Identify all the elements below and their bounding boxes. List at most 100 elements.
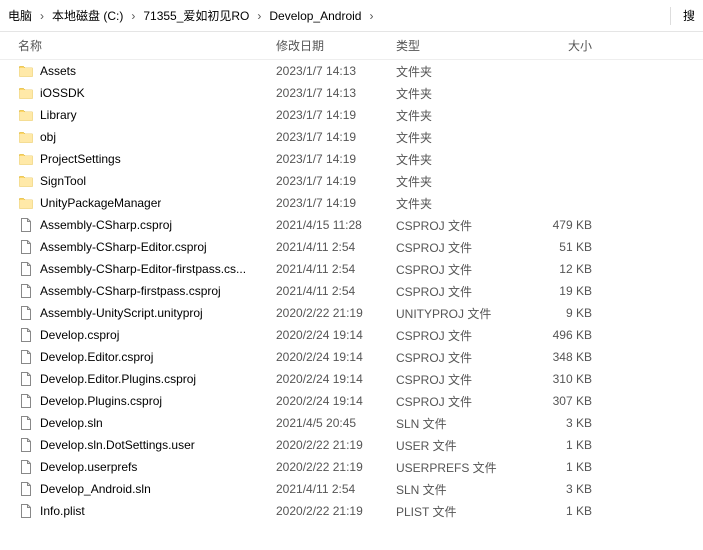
file-row[interactable]: Develop_Android.sln2021/4/11 2:54SLN 文件3… [0, 478, 703, 500]
file-icon [18, 349, 34, 365]
file-name-cell[interactable]: Library [0, 107, 276, 123]
search-input[interactable]: 搜 [681, 5, 697, 26]
file-size: 1 KB [516, 504, 606, 518]
file-name-cell[interactable]: UnityPackageManager [0, 195, 276, 211]
column-headers: 名称 修改日期 类型 大小 [0, 32, 703, 60]
chevron-right-icon[interactable]: › [255, 9, 263, 23]
file-name-cell[interactable]: Assembly-CSharp-Editor-firstpass.cs... [0, 261, 276, 277]
file-type: CSPROJ 文件 [396, 239, 516, 256]
file-name-cell[interactable]: Develop_Android.sln [0, 481, 276, 497]
file-row[interactable]: obj2023/1/7 14:19文件夹 [0, 126, 703, 148]
file-name-cell[interactable]: Assembly-CSharp.csproj [0, 217, 276, 233]
file-date: 2020/2/22 21:19 [276, 504, 396, 518]
file-name-label: Info.plist [40, 504, 85, 518]
file-name-cell[interactable]: Develop.sln.DotSettings.user [0, 437, 276, 453]
file-date: 2021/4/11 2:54 [276, 482, 396, 496]
file-name-cell[interactable]: Develop.Editor.Plugins.csproj [0, 371, 276, 387]
file-size: 307 KB [516, 394, 606, 408]
file-row[interactable]: Develop.sln2021/4/5 20:45SLN 文件3 KB [0, 412, 703, 434]
folder-icon [18, 173, 34, 189]
file-type: 文件夹 [396, 129, 516, 146]
file-row[interactable]: Develop.sln.DotSettings.user2020/2/22 21… [0, 434, 703, 456]
file-size: 479 KB [516, 218, 606, 232]
file-row[interactable]: Assembly-CSharp-Editor.csproj2021/4/11 2… [0, 236, 703, 258]
breadcrumb-seg-folder[interactable]: Develop_Android [267, 7, 363, 25]
file-name-label: Develop.sln [40, 416, 103, 430]
file-type: CSPROJ 文件 [396, 349, 516, 366]
file-row[interactable]: Develop.Editor.Plugins.csproj2020/2/24 1… [0, 368, 703, 390]
file-row[interactable]: ProjectSettings2023/1/7 14:19文件夹 [0, 148, 703, 170]
file-icon [18, 481, 34, 497]
file-row[interactable]: SignTool2023/1/7 14:19文件夹 [0, 170, 703, 192]
folder-icon [18, 151, 34, 167]
file-row[interactable]: Info.plist2020/2/22 21:19PLIST 文件1 KB [0, 500, 703, 522]
file-name-cell[interactable]: Assets [0, 63, 276, 79]
file-date: 2023/1/7 14:19 [276, 196, 396, 210]
file-name-cell[interactable]: Info.plist [0, 503, 276, 519]
file-icon [18, 327, 34, 343]
file-row[interactable]: Develop.Editor.csproj2020/2/24 19:14CSPR… [0, 346, 703, 368]
file-row[interactable]: Assembly-CSharp-Editor-firstpass.cs...20… [0, 258, 703, 280]
file-name-cell[interactable]: Assembly-UnityScript.unityproj [0, 305, 276, 321]
breadcrumb-seg-drive[interactable]: 本地磁盘 (C:) [50, 5, 125, 26]
file-size: 51 KB [516, 240, 606, 254]
file-name-label: SignTool [40, 174, 86, 188]
file-row[interactable]: Assembly-UnityScript.unityproj2020/2/22 … [0, 302, 703, 324]
file-name-cell[interactable]: Develop.csproj [0, 327, 276, 343]
file-row[interactable]: Develop.userprefs2020/2/22 21:19USERPREF… [0, 456, 703, 478]
file-date: 2020/2/24 19:14 [276, 328, 396, 342]
file-type: 文件夹 [396, 173, 516, 190]
file-name-cell[interactable]: SignTool [0, 173, 276, 189]
file-name-cell[interactable]: Develop.Plugins.csproj [0, 393, 276, 409]
file-date: 2020/2/22 21:19 [276, 438, 396, 452]
file-name-cell[interactable]: Develop.Editor.csproj [0, 349, 276, 365]
breadcrumb-seg-computer[interactable]: 电脑 [6, 5, 34, 26]
file-name-cell[interactable]: iOSSDK [0, 85, 276, 101]
file-icon [18, 393, 34, 409]
file-type: UNITYPROJ 文件 [396, 305, 516, 322]
file-row[interactable]: iOSSDK2023/1/7 14:13文件夹 [0, 82, 703, 104]
chevron-right-icon[interactable]: › [367, 9, 375, 23]
file-type: 文件夹 [396, 63, 516, 80]
file-name-label: iOSSDK [40, 86, 85, 100]
file-name-cell[interactable]: Develop.userprefs [0, 459, 276, 475]
file-date: 2021/4/5 20:45 [276, 416, 396, 430]
file-icon [18, 503, 34, 519]
file-name-cell[interactable]: ProjectSettings [0, 151, 276, 167]
file-size: 1 KB [516, 460, 606, 474]
file-icon [18, 217, 34, 233]
header-name[interactable]: 名称 [0, 37, 276, 54]
breadcrumb[interactable]: 电脑 › 本地磁盘 (C:) › 71355_爱如初见RO › Develop_… [0, 0, 703, 32]
file-name-cell[interactable]: Develop.sln [0, 415, 276, 431]
header-type[interactable]: 类型 [396, 37, 516, 54]
file-list: Assets2023/1/7 14:13文件夹iOSSDK2023/1/7 14… [0, 60, 703, 522]
file-date: 2020/2/24 19:14 [276, 372, 396, 386]
file-row[interactable]: Assembly-CSharp-firstpass.csproj2021/4/1… [0, 280, 703, 302]
file-name-cell[interactable]: Assembly-CSharp-firstpass.csproj [0, 283, 276, 299]
file-row[interactable]: Develop.Plugins.csproj2020/2/24 19:14CSP… [0, 390, 703, 412]
chevron-right-icon[interactable]: › [129, 9, 137, 23]
file-name-cell[interactable]: obj [0, 129, 276, 145]
file-row[interactable]: UnityPackageManager2023/1/7 14:19文件夹 [0, 192, 703, 214]
file-name-label: Assembly-CSharp-Editor-firstpass.cs... [40, 262, 246, 276]
chevron-right-icon[interactable]: › [38, 9, 46, 23]
file-size: 1 KB [516, 438, 606, 452]
file-type: SLN 文件 [396, 481, 516, 498]
header-date[interactable]: 修改日期 [276, 37, 396, 54]
file-name-cell[interactable]: Assembly-CSharp-Editor.csproj [0, 239, 276, 255]
file-date: 2021/4/11 2:54 [276, 284, 396, 298]
breadcrumb-seg-project[interactable]: 71355_爱如初见RO [141, 5, 251, 26]
file-name-label: Assembly-CSharp-Editor.csproj [40, 240, 207, 254]
file-date: 2023/1/7 14:13 [276, 64, 396, 78]
folder-icon [18, 129, 34, 145]
file-type: CSPROJ 文件 [396, 393, 516, 410]
file-row[interactable]: Assembly-CSharp.csproj2021/4/15 11:28CSP… [0, 214, 703, 236]
file-size: 19 KB [516, 284, 606, 298]
file-row[interactable]: Assets2023/1/7 14:13文件夹 [0, 60, 703, 82]
file-row[interactable]: Library2023/1/7 14:19文件夹 [0, 104, 703, 126]
header-size[interactable]: 大小 [516, 37, 606, 54]
file-icon [18, 459, 34, 475]
file-size: 9 KB [516, 306, 606, 320]
file-name-label: Assembly-UnityScript.unityproj [40, 306, 203, 320]
file-row[interactable]: Develop.csproj2020/2/24 19:14CSPROJ 文件49… [0, 324, 703, 346]
